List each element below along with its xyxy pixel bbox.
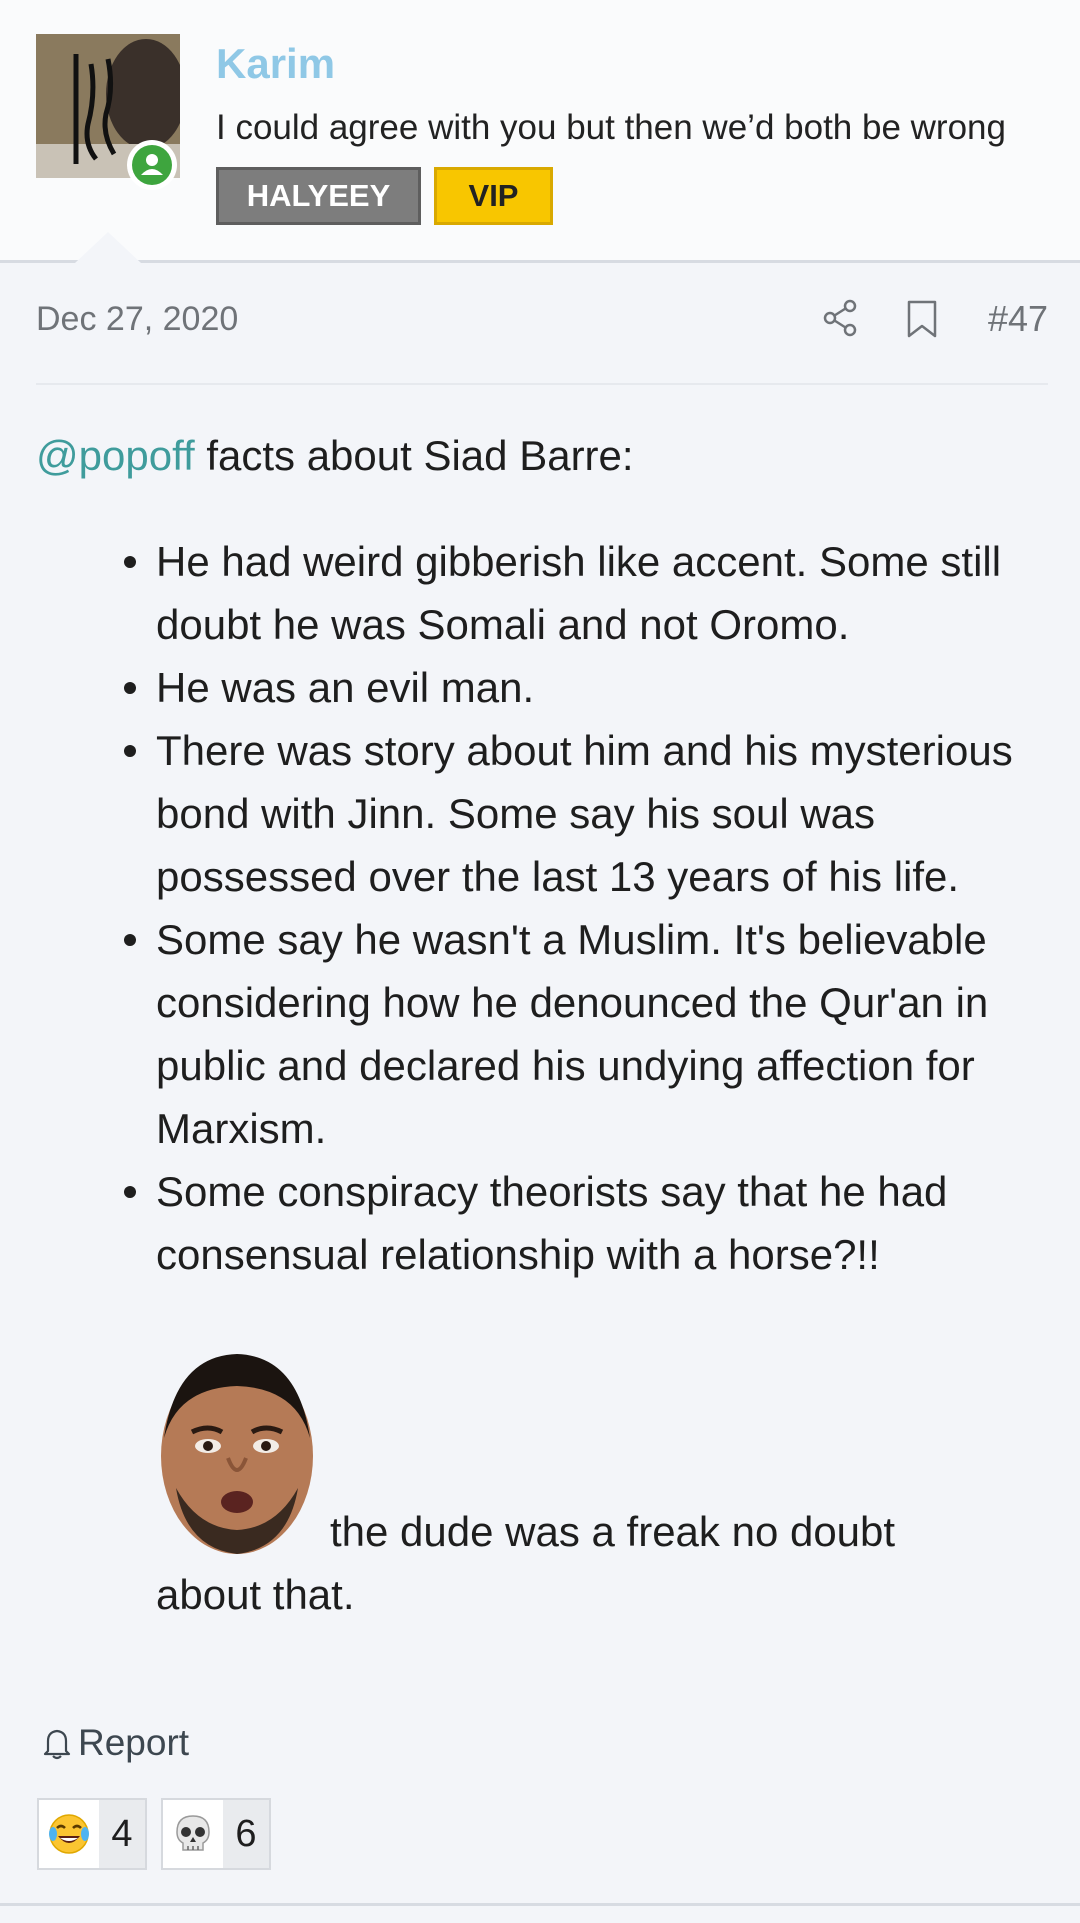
reaction-count: 4 bbox=[111, 1812, 133, 1855]
post-date[interactable]: Dec 27, 2020 bbox=[36, 300, 238, 339]
face-sticker-image bbox=[161, 1354, 313, 1554]
user-mention-link[interactable]: @popoff bbox=[36, 432, 195, 479]
user-title: I could agree with you but then we’d bot… bbox=[216, 108, 1006, 147]
divider bbox=[36, 383, 1048, 385]
group-badge: HALYEEY bbox=[216, 167, 421, 225]
header-pointer bbox=[75, 232, 141, 263]
post-tail-text: the dude was a freak no doubt bbox=[330, 1508, 896, 1555]
laughing-crying-emoji-icon bbox=[49, 1814, 89, 1854]
post-author-header: Karim I could agree with you but then we… bbox=[0, 0, 1080, 263]
report-button[interactable]: Report bbox=[40, 1722, 189, 1764]
reaction-skull-button[interactable]: 6 bbox=[161, 1798, 271, 1870]
bookmark-icon[interactable] bbox=[906, 299, 938, 339]
vip-badge: VIP bbox=[434, 167, 553, 225]
list-item: Some say he wasn't a Muslim. It's believ… bbox=[124, 908, 1056, 1160]
post-intro: @popoff facts about Siad Barre: bbox=[36, 424, 1046, 487]
divider bbox=[0, 1903, 1080, 1906]
facts-list: He had weird gibberish like accent. Some… bbox=[124, 530, 1056, 1286]
username[interactable]: Karim bbox=[216, 40, 335, 88]
post-tail-text-continued: about that. bbox=[156, 1571, 355, 1618]
report-label: Report bbox=[78, 1722, 190, 1763]
skull-emoji-icon bbox=[176, 1815, 210, 1851]
share-icon[interactable] bbox=[822, 298, 860, 338]
list-item: Some conspiracy theorists say that he ha… bbox=[124, 1160, 1056, 1286]
list-item: He had weird gibberish like accent. Some… bbox=[124, 530, 1056, 656]
reaction-laugh-button[interactable]: 4 bbox=[37, 1798, 147, 1870]
reaction-count: 6 bbox=[235, 1812, 257, 1855]
list-item: There was story about him and his myster… bbox=[124, 719, 1056, 908]
bell-icon bbox=[43, 1729, 71, 1760]
intro-text: facts about Siad Barre: bbox=[194, 432, 634, 479]
online-status-indicator bbox=[127, 140, 177, 190]
post-number-link[interactable]: #47 bbox=[988, 298, 1048, 340]
user-icon bbox=[141, 154, 163, 175]
list-item: He was an evil man. bbox=[124, 656, 1056, 719]
